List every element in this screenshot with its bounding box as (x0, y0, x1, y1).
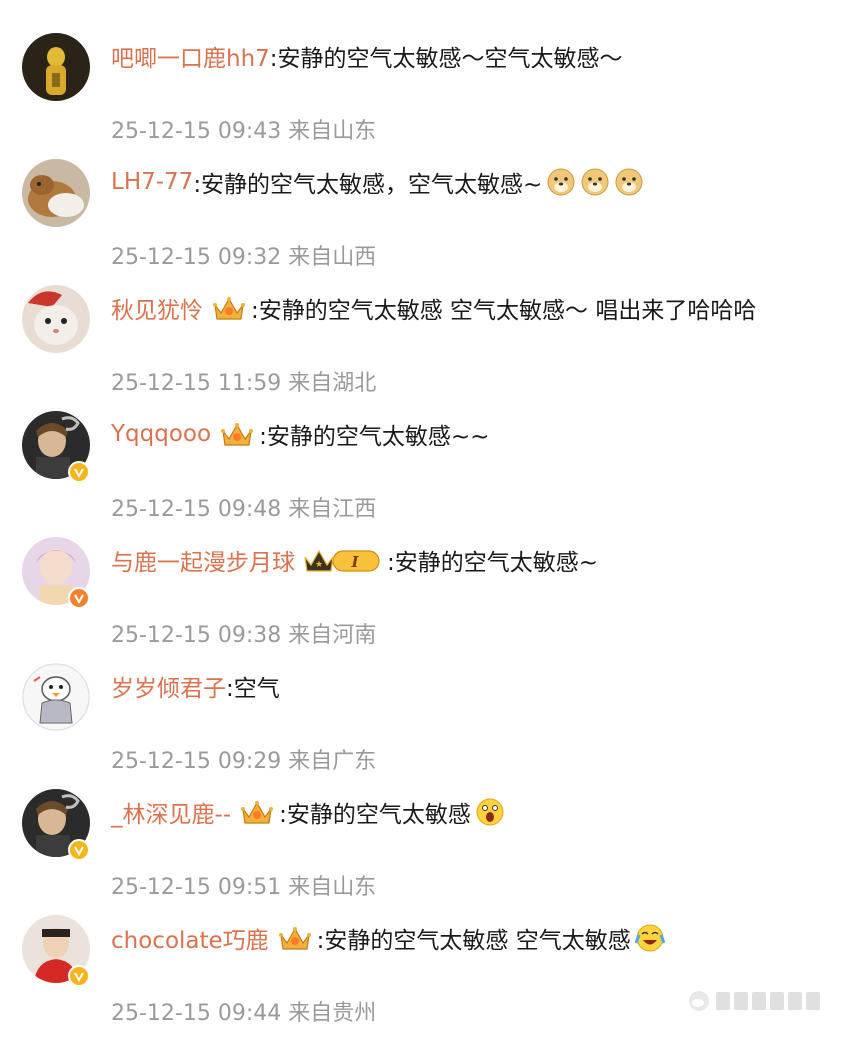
comment-meta: 25-12-15 09:48 来自江西 (111, 497, 377, 522)
doge-emoji (547, 168, 575, 196)
comment-text: :安静的空气太敏感~ (387, 550, 599, 576)
comment-text: :安静的空气太敏感～空气太敏感～ (269, 46, 623, 72)
crown-badge-icon (213, 297, 245, 320)
comment-line: _林深见鹿-- :安静的空气太敏感 (111, 792, 505, 832)
verified-badge-icon (68, 461, 90, 483)
comment-item: 秋见犹怜 :安静的空气太敏感 空气太敏感～ 唱出来了哈哈哈 25-12-15 1… (0, 285, 850, 411)
comment-text: :安静的空气太敏感，空气太敏感~ (193, 172, 543, 198)
comment-line: Yqqqooo :安静的空气太敏感~~ (111, 414, 489, 454)
weibo-logo-icon (689, 991, 709, 1011)
username-link[interactable]: 秋见犹怜 (111, 291, 203, 325)
avatar-image (22, 285, 90, 353)
avatar[interactable] (22, 285, 90, 353)
username-link[interactable]: 与鹿一起漫步月球 (111, 543, 295, 577)
avatar[interactable] (22, 159, 90, 227)
username-link[interactable]: Yqqqooo (111, 421, 211, 447)
avatar-image (22, 663, 90, 731)
avatar[interactable] (22, 33, 90, 101)
comment-meta: 25-12-15 09:29 来自广东 (111, 749, 377, 774)
comment-line: 岁岁倾君子 :空气 (111, 666, 280, 706)
verified-badge-icon (68, 965, 90, 987)
doge-emoji (615, 168, 643, 196)
comment-item: 岁岁倾君子 :空气 25-12-15 09:29 来自广东 (0, 663, 850, 789)
comment-item: 吧唧一口鹿hh7 :安静的空气太敏感～空气太敏感～ 25-12-15 09:43… (0, 33, 850, 159)
username-link[interactable]: 吧唧一口鹿hh7 (111, 39, 270, 73)
comment-meta: 25-12-15 11:59 来自湖北 (111, 371, 377, 396)
comment-line: LH7-77 :安静的空气太敏感，空气太敏感~ (111, 162, 644, 202)
comment-meta: 25-12-15 09:51 来自山东 (111, 875, 377, 900)
comment-meta: 25-12-15 09:32 来自山西 (111, 245, 377, 270)
comment-meta: 25-12-15 09:43 来自山东 (111, 119, 377, 144)
comment-text: :安静的空气太敏感 空气太敏感～ 唱出来了哈哈哈 (251, 298, 757, 324)
username-link[interactable]: 岁岁倾君子 (111, 669, 226, 703)
crown-badge-icon (221, 423, 254, 446)
verified-badge-icon (68, 587, 90, 609)
comment-text: :安静的空气太敏感 (279, 802, 471, 828)
svg-text:★: ★ (315, 560, 323, 570)
comment-item: _林深见鹿-- :安静的空气太敏感 25-12-15 09:51 来自山东 (0, 789, 850, 915)
verified-badge-icon (68, 839, 90, 861)
comment-item: LH7-77 :安静的空气太敏感，空气太敏感~ 25-12-15 09:32 来… (0, 159, 850, 285)
username-link[interactable]: _林深见鹿-- (111, 795, 231, 829)
surprised-emoji (476, 798, 504, 826)
avatar-image (22, 159, 90, 227)
crying-laugh-emoji (634, 924, 665, 952)
username-link[interactable]: chocolate巧鹿 (111, 921, 269, 955)
comment-text: :空气 (226, 676, 280, 702)
vip-level-text: I (350, 553, 359, 571)
comment-text: :安静的空气太敏感~~ (259, 424, 490, 450)
watermark-text-shape (716, 992, 820, 1010)
watermark (688, 986, 838, 1016)
vip-level-badge-icon: ★ I (304, 549, 380, 572)
comment-line: 吧唧一口鹿hh7 :安静的空气太敏感～空气太敏感～ (111, 36, 623, 76)
username-link[interactable]: LH7-77 (111, 169, 193, 195)
crown-badge-icon (278, 927, 311, 950)
comment-item: chocolate巧鹿 :安静的空气太敏感 空气太敏感 25-12-15 09:… (0, 915, 850, 1041)
avatar[interactable] (22, 663, 90, 731)
comment-meta: 25-12-15 09:44 来自贵州 (111, 1001, 377, 1026)
comment-line: 与鹿一起漫步月球 ★ I :安静的空气太敏感~ (111, 540, 598, 580)
comment-text: :安静的空气太敏感 空气太敏感 (316, 928, 631, 954)
comment-line: chocolate巧鹿 :安静的空气太敏感 空气太敏感 (111, 918, 665, 958)
comment-item: Yqqqooo :安静的空气太敏感~~ 25-12-15 09:48 来自江西 (0, 411, 850, 537)
comment-item: 与鹿一起漫步月球 ★ I :安静的空气太敏感~ 25-12-15 09:38 来… (0, 537, 850, 663)
comment-line: 秋见犹怜 :安静的空气太敏感 空气太敏感～ 唱出来了哈哈哈 (111, 288, 756, 328)
comment-meta: 25-12-15 09:38 来自河南 (111, 623, 377, 648)
avatar-image (22, 33, 90, 101)
doge-emoji (581, 168, 609, 196)
crown-badge-icon (241, 801, 274, 824)
